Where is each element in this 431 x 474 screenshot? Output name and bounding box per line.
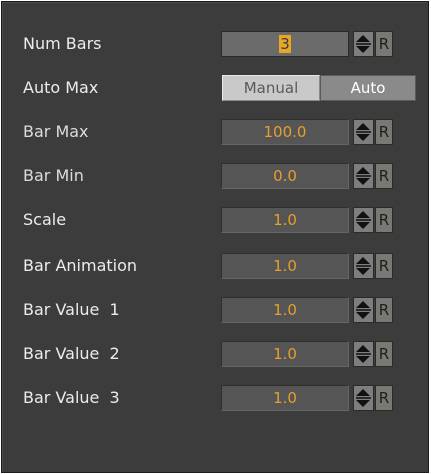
num-bars-reset-button[interactable]: R <box>375 31 393 57</box>
bar-value-3-input[interactable]: 1.0 <box>221 385 349 411</box>
arrow-down-icon[interactable] <box>356 46 370 53</box>
bar-value-2-spinner[interactable] <box>353 341 374 367</box>
auto-max-manual-button[interactable]: Manual <box>222 75 320 101</box>
row-bar-max: Bar Max 100.0 R <box>2 118 428 146</box>
row-bar-value-3: Bar Value 3 1.0 R <box>2 384 428 412</box>
scale-label: Scale <box>23 210 67 229</box>
bar-animation-label: Bar Animation <box>23 256 138 275</box>
arrow-up-icon[interactable] <box>356 345 370 352</box>
bar-value-2-label: Bar Value 2 <box>23 344 120 363</box>
row-bar-min: Bar Min 0.0 R <box>2 162 428 190</box>
properties-panel: Num Bars 3 R Auto Max Manual Auto Bar Ma… <box>1 1 429 473</box>
bar-value-1-input[interactable]: 1.0 <box>221 297 349 323</box>
bar-value-3-reset-button[interactable]: R <box>375 385 393 411</box>
bar-value-2-reset-button[interactable]: R <box>375 341 393 367</box>
bar-value-2-input[interactable]: 1.0 <box>221 341 349 367</box>
bar-value-3-spinner[interactable] <box>353 385 374 411</box>
arrow-down-icon[interactable] <box>356 268 370 275</box>
arrow-down-icon[interactable] <box>356 312 370 319</box>
arrow-down-icon[interactable] <box>356 222 370 229</box>
bar-max-spinner[interactable] <box>353 119 374 145</box>
row-bar-value-2: Bar Value 2 1.0 R <box>2 340 428 368</box>
arrow-up-icon[interactable] <box>356 167 370 174</box>
auto-max-label: Auto Max <box>23 78 99 97</box>
arrow-up-icon[interactable] <box>356 123 370 130</box>
arrow-down-icon[interactable] <box>356 178 370 185</box>
num-bars-spinner[interactable] <box>353 31 374 57</box>
bar-max-label: Bar Max <box>23 122 89 141</box>
num-bars-value: 3 <box>279 35 291 53</box>
arrow-down-icon[interactable] <box>356 134 370 141</box>
arrow-up-icon[interactable] <box>356 211 370 218</box>
scale-reset-button[interactable]: R <box>375 207 393 233</box>
row-bar-animation: Bar Animation 1.0 R <box>2 252 428 280</box>
scale-spinner[interactable] <box>353 207 374 233</box>
bar-value-1-label: Bar Value 1 <box>23 300 120 319</box>
bar-min-input[interactable]: 0.0 <box>221 163 349 189</box>
arrow-up-icon[interactable] <box>356 257 370 264</box>
bar-max-reset-button[interactable]: R <box>375 119 393 145</box>
arrow-down-icon[interactable] <box>356 400 370 407</box>
row-num-bars: Num Bars 3 R <box>2 30 428 58</box>
bar-min-reset-button[interactable]: R <box>375 163 393 189</box>
bar-animation-spinner[interactable] <box>353 253 374 279</box>
num-bars-label: Num Bars <box>23 34 102 53</box>
bar-value-3-label: Bar Value 3 <box>23 388 120 407</box>
num-bars-input[interactable]: 3 <box>221 31 349 57</box>
auto-max-auto-button[interactable]: Auto <box>320 75 416 101</box>
bar-min-label: Bar Min <box>23 166 84 185</box>
scale-input[interactable]: 1.0 <box>221 207 349 233</box>
bar-value-1-spinner[interactable] <box>353 297 374 323</box>
arrow-down-icon[interactable] <box>356 356 370 363</box>
bar-value-1-reset-button[interactable]: R <box>375 297 393 323</box>
bar-min-spinner[interactable] <box>353 163 374 189</box>
bar-animation-input[interactable]: 1.0 <box>221 253 349 279</box>
arrow-up-icon[interactable] <box>356 301 370 308</box>
arrow-up-icon[interactable] <box>356 389 370 396</box>
row-bar-value-1: Bar Value 1 1.0 R <box>2 296 428 324</box>
row-scale: Scale 1.0 R <box>2 206 428 234</box>
bar-max-input[interactable]: 100.0 <box>221 119 349 145</box>
bar-animation-reset-button[interactable]: R <box>375 253 393 279</box>
row-auto-max: Auto Max Manual Auto <box>2 74 428 102</box>
arrow-up-icon[interactable] <box>356 35 370 42</box>
